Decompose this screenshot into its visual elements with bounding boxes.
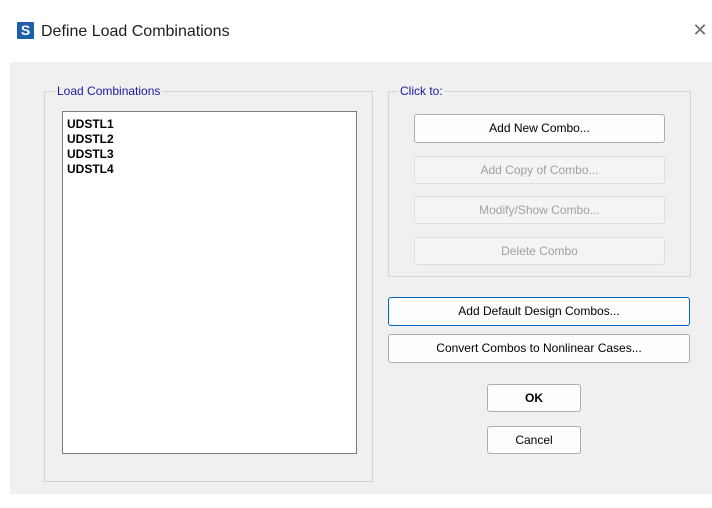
window-title: Define Load Combinations bbox=[41, 23, 230, 40]
add-copy-of-combo-button[interactable]: Add Copy of Combo... bbox=[414, 156, 665, 184]
title-bar: S Define Load Combinations ✕ bbox=[0, 0, 712, 62]
add-new-combo-button[interactable]: Add New Combo... bbox=[414, 114, 665, 143]
modify-show-combo-button[interactable]: Modify/Show Combo... bbox=[414, 196, 665, 224]
load-combinations-list[interactable]: UDSTL1 UDSTL2 UDSTL3 UDSTL4 bbox=[62, 111, 357, 454]
list-item[interactable]: UDSTL1 bbox=[67, 117, 356, 132]
delete-combo-button[interactable]: Delete Combo bbox=[414, 237, 665, 265]
list-item[interactable]: UDSTL4 bbox=[67, 162, 356, 177]
cancel-button[interactable]: Cancel bbox=[487, 426, 581, 454]
click-to-label: Click to: bbox=[398, 83, 445, 99]
load-combinations-label: Load Combinations bbox=[55, 83, 163, 99]
ok-button[interactable]: OK bbox=[487, 384, 581, 412]
list-item[interactable]: UDSTL2 bbox=[67, 132, 356, 147]
app-logo-icon: S bbox=[17, 22, 34, 39]
convert-combos-button[interactable]: Convert Combos to Nonlinear Cases... bbox=[388, 334, 690, 363]
add-default-design-combos-button[interactable]: Add Default Design Combos... bbox=[388, 297, 690, 326]
close-icon[interactable]: ✕ bbox=[690, 20, 710, 42]
list-item[interactable]: UDSTL3 bbox=[67, 147, 356, 162]
